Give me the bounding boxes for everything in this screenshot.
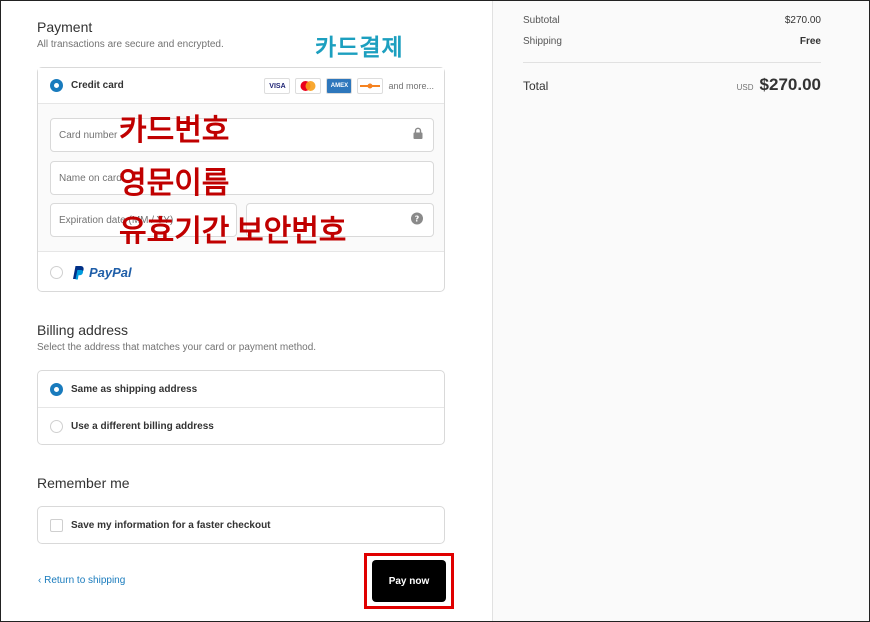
pay-now-button[interactable]: Pay now (372, 560, 446, 602)
name-on-card-field[interactable]: Name on card (50, 161, 434, 195)
total-amount: USD $270.00 (737, 75, 821, 95)
annotation-expiry: 유효기간 (119, 214, 230, 249)
checkout-main: Payment All transactions are secure and … (1, 1, 492, 621)
and-more-text: and more... (388, 81, 434, 91)
lock-icon (413, 127, 423, 143)
visa-icon: VISA (264, 78, 291, 94)
currency-code: USD (736, 83, 754, 92)
paypal-logo-icon (71, 265, 85, 280)
save-info-label: Save my information for a faster checkou… (71, 520, 271, 531)
payment-title: Payment (37, 19, 93, 35)
same-as-shipping-option[interactable]: Same as shipping address (38, 371, 444, 408)
chevron-left-icon: ‹ (38, 575, 42, 586)
paypal-label: PayPal (89, 264, 132, 280)
billing-title: Billing address (37, 322, 129, 338)
remember-title: Remember me (37, 475, 130, 491)
card-number-field[interactable]: Card number (50, 118, 434, 152)
card-number-placeholder: Card number (59, 129, 118, 141)
payment-methods-box: Credit card VISA AMEX and more... Card n… (37, 67, 445, 292)
annotation-card-number: 카드번호 (119, 113, 230, 148)
save-info-checkbox[interactable] (50, 519, 63, 532)
credit-card-label: Credit card (71, 80, 124, 91)
card-brands: VISA AMEX and more... (264, 78, 434, 94)
annotation-security-code: 보안번호 (236, 214, 347, 249)
question-circle-icon[interactable]: ? (411, 212, 423, 228)
billing-subtitle: Select the address that matches your car… (37, 342, 317, 353)
summary-divider (523, 62, 821, 63)
same-as-shipping-radio[interactable] (50, 382, 63, 396)
subtotal-value: $270.00 (784, 15, 821, 26)
return-to-shipping-label: Return to shipping (44, 575, 126, 586)
amex-icon: AMEX (326, 78, 353, 94)
shipping-value: Free (799, 36, 821, 47)
credit-card-radio[interactable] (50, 79, 63, 92)
same-as-shipping-label: Same as shipping address (71, 383, 198, 395)
return-to-shipping-link[interactable]: ‹ Return to shipping (38, 575, 125, 586)
payment-subtitle: All transactions are secure and encrypte… (37, 39, 224, 50)
remember-box: Save my information for a faster checkou… (37, 506, 445, 544)
credit-card-option[interactable]: Credit card VISA AMEX and more... (38, 68, 444, 104)
name-on-card-placeholder: Name on card (59, 172, 122, 184)
discover-icon (357, 78, 384, 94)
billing-options-box: Same as shipping address Use a different… (37, 370, 445, 445)
annotation-card-payment: 카드결제 (315, 35, 404, 61)
svg-text:?: ? (415, 215, 420, 224)
different-billing-label: Use a different billing address (71, 421, 214, 432)
different-billing-option[interactable]: Use a different billing address (38, 408, 444, 445)
total-value: $270.00 (759, 75, 821, 94)
paypal-option[interactable]: PayPal (38, 252, 444, 292)
save-info-option[interactable]: Save my information for a faster checkou… (38, 507, 444, 544)
shipping-label: Shipping (523, 36, 562, 47)
mastercard-icon (295, 78, 322, 94)
total-label: Total (523, 79, 549, 93)
paypal-radio[interactable] (50, 265, 63, 279)
annotation-english-name: 영문이름 (119, 166, 230, 201)
different-billing-radio[interactable] (50, 420, 63, 433)
order-summary: Subtotal $270.00 Shipping Free Total USD… (492, 1, 869, 621)
subtotal-label: Subtotal (523, 15, 560, 26)
